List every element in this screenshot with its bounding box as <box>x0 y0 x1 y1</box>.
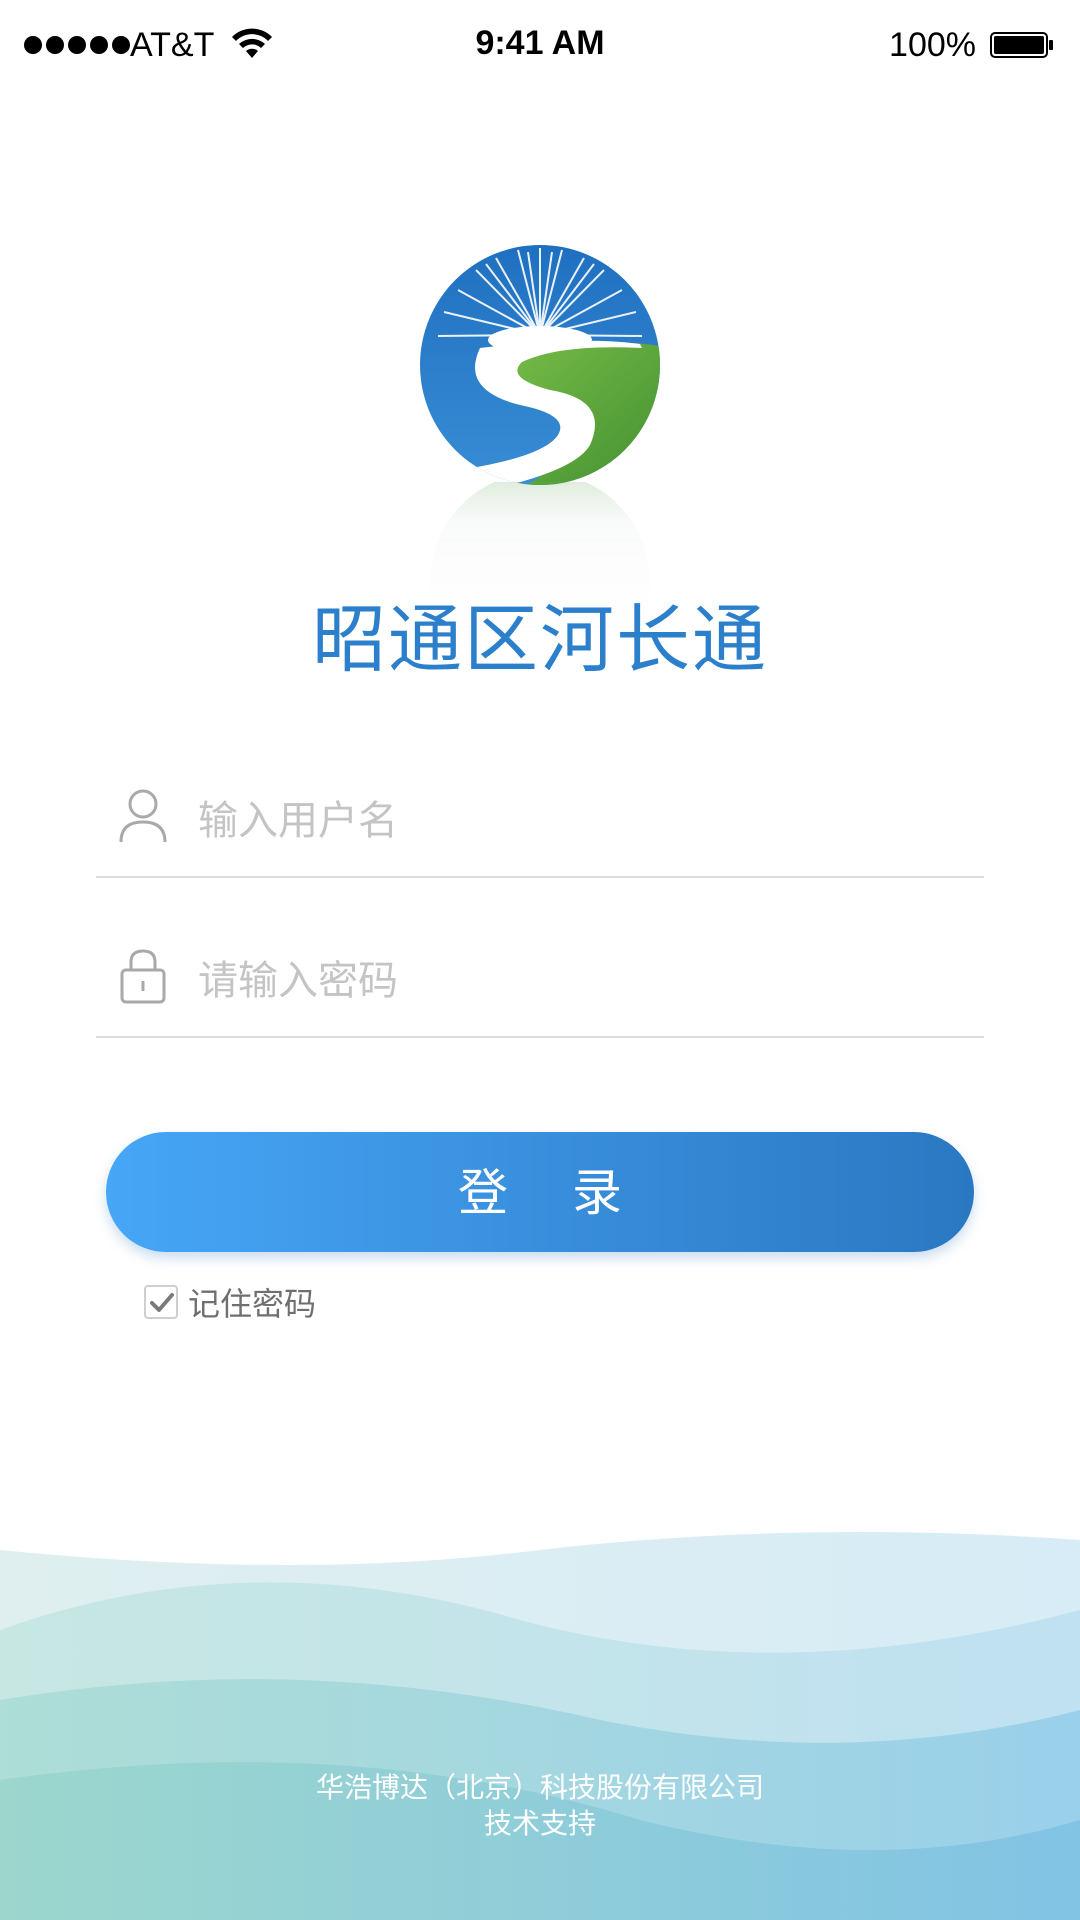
battery-icon <box>990 32 1053 58</box>
login-button[interactable]: 登 录 <box>106 1132 974 1252</box>
remember-checkbox[interactable] <box>144 1285 178 1319</box>
battery-percentage: 100% <box>889 26 976 64</box>
status-bar: AT&T 9:41 AM 100% <box>0 0 1080 92</box>
lock-icon <box>120 949 166 1004</box>
username-field <box>96 776 984 878</box>
remember-label: 记住密码 <box>188 1285 317 1323</box>
login-screen: AT&T 9:41 AM 100% 昭通区河长通 输入用户名 登 录 记住密码 … <box>0 0 1080 1920</box>
check-icon <box>150 1293 174 1312</box>
footer-credits: 华浩博达（北京）科技股份有限公司 技术支持 <box>0 1770 1080 1842</box>
password-input[interactable] <box>196 940 960 1022</box>
footer-company: 华浩博达（北京）科技股份有限公司 <box>315 1771 764 1804</box>
wave-background <box>0 1532 1080 1920</box>
river-sun-logo <box>420 245 660 485</box>
remember-password-toggle[interactable]: 记住密码 <box>144 1282 317 1323</box>
password-field <box>96 936 984 1038</box>
username-input[interactable] <box>196 780 960 862</box>
app-title: 昭通区河长通 <box>312 597 768 683</box>
footer-support: 技术支持 <box>483 1807 596 1840</box>
login-button-label: 登 录 <box>458 1164 646 1222</box>
user-icon <box>119 789 167 843</box>
